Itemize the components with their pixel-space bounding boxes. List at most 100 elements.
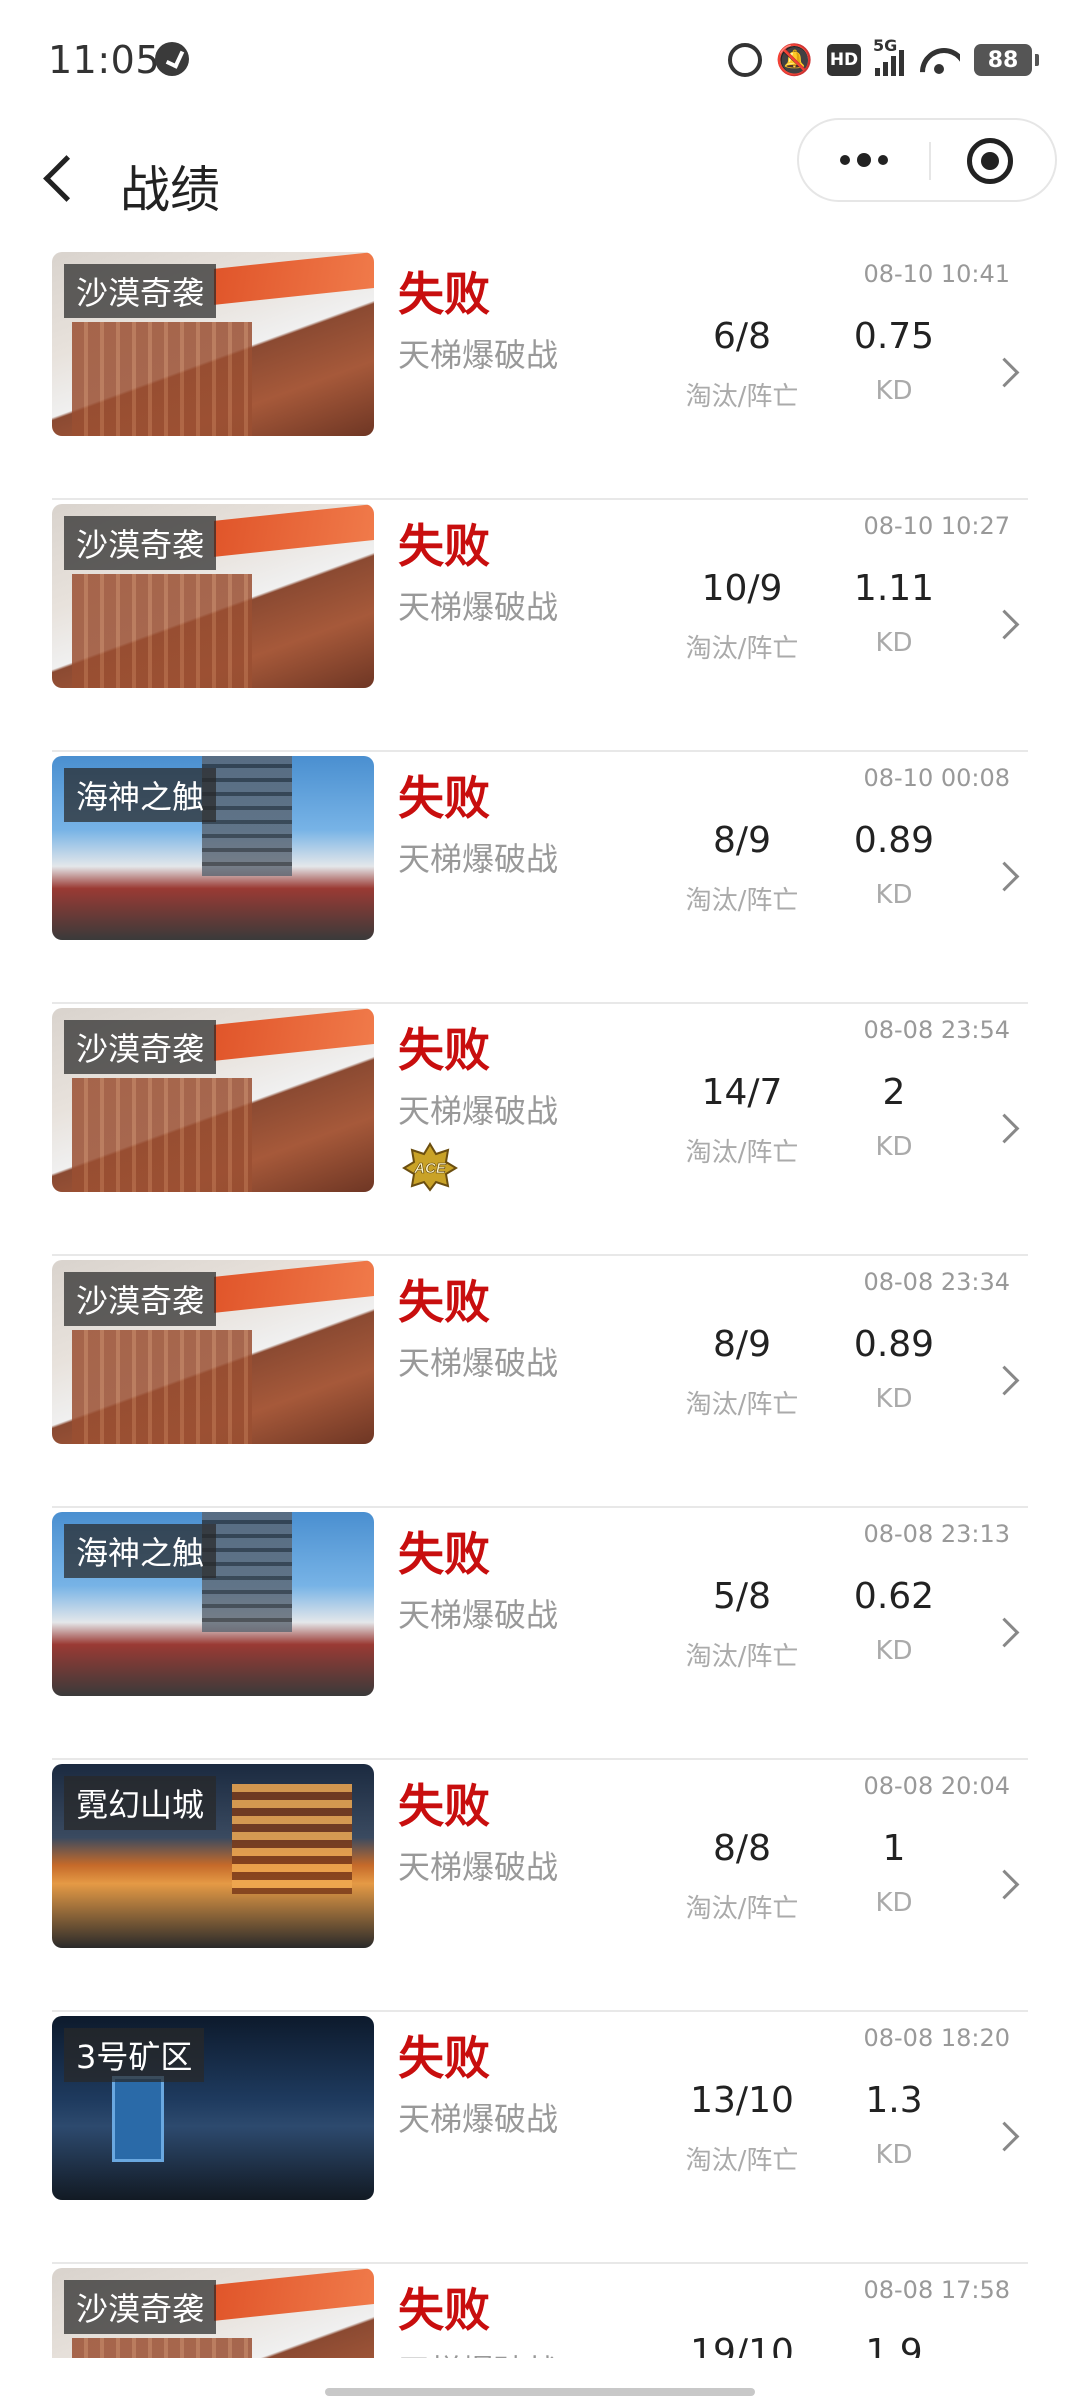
kd-label: KD <box>875 1132 913 1162</box>
status-icons: 🔕 HD 5G 88 <box>727 36 1039 80</box>
mini-program-capsule <box>797 118 1057 202</box>
network-type: 5G <box>873 36 898 55</box>
record-item[interactable]: 沙漠奇袭 失败 天梯爆破战 08-08 23:54 14/7 淘汰/阵亡 2 K… <box>52 1004 1028 1256</box>
chevron-right-icon <box>992 608 1022 638</box>
signal-icon: 5G <box>873 36 904 76</box>
match-result: 失败 <box>398 2031 490 2085</box>
capsule-divider <box>929 142 931 180</box>
kd-value: 1.9 <box>865 2332 923 2358</box>
sync-icon <box>155 42 189 76</box>
kills-deaths-value: 14/7 <box>701 1072 783 1113</box>
map-thumbnail: 沙漠奇袭 <box>52 1008 374 1192</box>
kd-value: 0.62 <box>853 1576 935 1617</box>
match-time: 08-08 18:20 <box>863 2024 1010 2052</box>
match-result: 失败 <box>398 1023 490 1077</box>
record-item[interactable]: 沙漠奇袭 失败 天梯爆破战 08-10 10:27 10/9 淘汰/阵亡 1.1… <box>52 500 1028 752</box>
battery-icon: 88 <box>974 44 1039 76</box>
more-icon[interactable] <box>799 120 929 200</box>
record-item[interactable]: 沙漠奇袭 失败 天梯爆破战 08-08 17:58 19/10 淘汰/阵亡 1.… <box>52 2264 1028 2358</box>
kd-value: 2 <box>882 1072 906 1113</box>
match-result: 失败 <box>398 1275 490 1329</box>
match-time: 08-08 23:13 <box>863 1520 1010 1548</box>
record-item[interactable]: 霓幻山城 失败 天梯爆破战 08-08 20:04 8/8 淘汰/阵亡 1 KD <box>52 1760 1028 2012</box>
map-thumbnail: 海神之触 <box>52 756 374 940</box>
record-item[interactable]: 海神之触 失败 天梯爆破战 08-08 23:13 5/8 淘汰/阵亡 0.62… <box>52 1508 1028 1760</box>
kills-deaths-value: 13/10 <box>690 2080 794 2121</box>
map-name: 沙漠奇袭 <box>64 264 217 318</box>
svg-text:ACE: ACE <box>413 1160 447 1177</box>
kills-deaths-value: 5/8 <box>713 1576 771 1617</box>
match-result: 失败 <box>398 1527 490 1581</box>
kd-label: KD <box>875 1888 913 1918</box>
record-item[interactable]: 沙漠奇袭 失败 天梯爆破战 08-08 23:34 8/9 淘汰/阵亡 0.89… <box>52 1256 1028 1508</box>
match-time: 08-10 00:08 <box>863 764 1010 792</box>
map-thumbnail: 沙漠奇袭 <box>52 504 374 688</box>
chevron-right-icon <box>992 860 1022 890</box>
kd-value: 1.11 <box>853 568 935 609</box>
kd-value: 0.89 <box>853 1324 935 1365</box>
map-thumbnail: 霓幻山城 <box>52 1764 374 1948</box>
match-time: 08-08 23:34 <box>863 1268 1010 1296</box>
wifi-icon <box>918 44 960 76</box>
kills-deaths-value: 8/9 <box>713 1324 771 1365</box>
map-name: 沙漠奇袭 <box>64 2280 217 2334</box>
back-icon[interactable] <box>30 140 90 220</box>
match-result: 失败 <box>398 2283 490 2337</box>
kills-deaths-label: 淘汰/阵亡 <box>685 1642 799 1672</box>
kd-label: KD <box>875 628 913 658</box>
kd-label: KD <box>875 1636 913 1666</box>
game-mode: 天梯爆破战 <box>398 840 559 878</box>
match-time: 08-08 17:58 <box>863 2276 1010 2304</box>
map-name: 霓幻山城 <box>64 1776 217 1830</box>
status-bar: 11:05 🔕 HD 5G 88 <box>0 0 1080 120</box>
kd-value: 0.75 <box>853 316 935 357</box>
mute-icon: 🔕 <box>775 42 813 78</box>
close-icon[interactable] <box>967 138 1013 184</box>
kd-label: KD <box>875 376 913 406</box>
map-thumbnail: 沙漠奇袭 <box>52 2268 374 2358</box>
map-name: 沙漠奇袭 <box>64 516 217 570</box>
chevron-right-icon <box>992 356 1022 386</box>
map-name: 沙漠奇袭 <box>64 1020 217 1074</box>
kills-deaths-value: 8/9 <box>713 820 771 861</box>
match-time: 08-08 23:54 <box>863 1016 1010 1044</box>
game-mode: 天梯爆破战 <box>398 1596 559 1634</box>
kills-deaths-value: 8/8 <box>713 1828 771 1869</box>
kills-deaths-label: 淘汰/阵亡 <box>685 634 799 664</box>
kd-label: KD <box>875 2140 913 2170</box>
match-result: 失败 <box>398 1779 490 1833</box>
kills-deaths-label: 淘汰/阵亡 <box>685 886 799 916</box>
map-name: 海神之触 <box>64 768 217 822</box>
ace-badge-icon: ACE <box>402 1142 458 1192</box>
match-time: 08-08 20:04 <box>863 1772 1010 1800</box>
kills-deaths-value: 19/10 <box>690 2332 794 2358</box>
record-list[interactable]: 沙漠奇袭 失败 天梯爆破战 08-10 10:41 6/8 淘汰/阵亡 0.75… <box>0 248 1080 2358</box>
record-item[interactable]: 3号矿区 失败 天梯爆破战 08-08 18:20 13/10 淘汰/阵亡 1.… <box>52 2012 1028 2264</box>
kills-deaths-label: 淘汰/阵亡 <box>685 1894 799 1924</box>
map-thumbnail: 3号矿区 <box>52 2016 374 2200</box>
kills-deaths-label: 淘汰/阵亡 <box>685 2146 799 2176</box>
kd-label: KD <box>875 1384 913 1414</box>
kills-deaths-label: 淘汰/阵亡 <box>685 382 799 412</box>
game-mode: 天梯爆破战 <box>398 2100 559 2138</box>
game-mode: 天梯爆破战 <box>398 1344 559 1382</box>
kd-value: 1 <box>882 1828 906 1869</box>
record-item[interactable]: 海神之触 失败 天梯爆破战 08-10 00:08 8/9 淘汰/阵亡 0.89… <box>52 752 1028 1004</box>
kills-deaths-value: 6/8 <box>713 316 771 357</box>
game-mode: 天梯爆破战 <box>398 1092 559 1130</box>
map-thumbnail: 沙漠奇袭 <box>52 1260 374 1444</box>
kd-value: 1.3 <box>865 2080 923 2121</box>
record-item[interactable]: 沙漠奇袭 失败 天梯爆破战 08-10 10:41 6/8 淘汰/阵亡 0.75… <box>52 248 1028 500</box>
map-thumbnail: 沙漠奇袭 <box>52 252 374 436</box>
page-title: 战绩 <box>120 161 220 219</box>
match-time: 08-10 10:41 <box>863 260 1010 288</box>
home-indicator[interactable] <box>325 2388 755 2396</box>
chevron-right-icon <box>992 1868 1022 1898</box>
match-result: 失败 <box>398 771 490 825</box>
game-mode: 天梯爆破战 <box>398 336 559 374</box>
chevron-right-icon <box>992 2120 1022 2150</box>
match-result: 失败 <box>398 267 490 321</box>
status-time: 11:05 <box>48 38 161 82</box>
game-mode: 天梯爆破战 <box>398 588 559 626</box>
chevron-right-icon <box>992 1616 1022 1646</box>
